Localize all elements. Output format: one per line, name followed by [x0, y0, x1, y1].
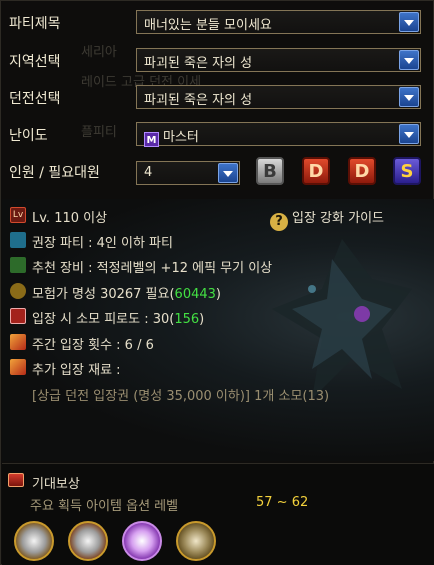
- members-value: 4: [144, 165, 153, 180]
- members-label: 인원 / 필요대원: [9, 165, 100, 181]
- region-label: 지역선택: [9, 54, 61, 70]
- option-level-label: 주요 획득 아이템 옵션 레벨: [30, 499, 179, 514]
- extra-material-title: 추가 입장 재료 :: [32, 363, 121, 378]
- chevron-down-icon[interactable]: [399, 50, 419, 70]
- chevron-down-icon[interactable]: [399, 12, 419, 32]
- chevron-down-icon[interactable]: [218, 163, 238, 183]
- chevron-down-icon[interactable]: [399, 124, 419, 144]
- master-difficulty-icon: M: [144, 132, 159, 147]
- reward-item-icon[interactable]: [122, 521, 162, 561]
- chest-icon: [8, 473, 24, 487]
- dungeon-dropdown[interactable]: 파괴된 죽은 자의 성: [136, 85, 421, 109]
- fame-suffix: ): [215, 287, 221, 302]
- expected-reward: 기대보상 주요 획득 아이템 옵션 레벨 57 ~ 62: [2, 463, 434, 565]
- party-title-label: 파티제목: [9, 16, 61, 32]
- fame-text: 모험가 명성 30267 필요(60443): [32, 283, 221, 302]
- party-title-row: 파티제목 매너있는 분들 모이세요: [1, 7, 434, 37]
- fatigue-text: 입장 시 소모 피로도 : 30(156): [32, 308, 204, 327]
- fame-icon: [10, 283, 26, 299]
- region-row: 지역선택 파괴된 죽은 자의 성: [1, 45, 434, 75]
- party-create-panel: 세리아 레이드 고급 던전 이세 플피티 파티제목 매너있는 분들 모이세요 지…: [0, 0, 434, 565]
- extra-material-text: [상급 던전 입장권 (명성 35,000 이하)] 1개 소모(13): [32, 389, 330, 404]
- weekly-icon: [10, 334, 26, 350]
- difficulty-row: 난이도 M 마스터: [1, 119, 434, 149]
- difficulty-value: 마스터: [163, 130, 199, 145]
- difficulty-dropdown[interactable]: M 마스터: [136, 122, 421, 147]
- entry-guide-link[interactable]: ? 입장 강화 가이드: [270, 207, 384, 231]
- question-icon: ?: [270, 213, 288, 231]
- party-recommend-text: 권장 파티 : 4인 이하 파티: [32, 236, 173, 251]
- region-dropdown[interactable]: 파괴된 죽은 자의 성: [136, 48, 421, 72]
- reward-item-icon[interactable]: [176, 521, 216, 561]
- party-title-value: 매너있는 분들 모이세요: [144, 18, 272, 33]
- role-dealer-button[interactable]: D: [302, 157, 330, 185]
- material-icon: [10, 359, 26, 375]
- fatigue-prefix: 입장 시 소모 피로도 : 30(: [32, 312, 175, 327]
- weekly-text: 주간 입장 횟수 : 6 / 6: [32, 338, 154, 353]
- role-buffer-button[interactable]: B: [256, 157, 284, 185]
- members-row: 인원 / 필요대원 4 B D D S: [1, 157, 434, 189]
- fame-value: 60443: [174, 287, 216, 302]
- dungeon-value: 파괴된 죽은 자의 성: [144, 93, 253, 108]
- reward-item-icon[interactable]: [14, 521, 54, 561]
- role-synergy-button[interactable]: S: [393, 157, 421, 185]
- chevron-down-icon[interactable]: [399, 87, 419, 107]
- dungeon-info: Lv Lv. 110 이상 ? 입장 강화 가이드 권장 파티 : 4인 이하 파…: [2, 199, 434, 461]
- dungeon-row: 던전선택 파괴된 죽은 자의 성: [1, 82, 434, 112]
- members-dropdown[interactable]: 4: [136, 161, 240, 185]
- reward-item-icon[interactable]: [68, 521, 108, 561]
- difficulty-value-wrap: M 마스터: [144, 126, 199, 147]
- fame-prefix: 모험가 명성 30267 필요(: [32, 287, 175, 302]
- option-level-range: 57 ~ 62: [256, 495, 309, 510]
- reward-title: 기대보상: [32, 477, 80, 492]
- sword-icon: [10, 257, 26, 273]
- fatigue-value: 156: [174, 312, 200, 327]
- region-value: 파괴된 죽은 자의 성: [144, 56, 253, 71]
- level-text: Lv. 110 이상: [32, 211, 108, 226]
- fatigue-suffix: ): [199, 312, 205, 327]
- equip-recommend-text: 추천 장비 : 적정레벨의 +12 에픽 무기 이상: [32, 261, 273, 276]
- fatigue-icon: [10, 308, 26, 324]
- dungeon-label: 던전선택: [9, 91, 61, 107]
- entry-guide-text: 입장 강화 가이드: [292, 211, 384, 226]
- party-icon: [10, 232, 26, 248]
- difficulty-label: 난이도: [9, 128, 48, 144]
- level-icon: Lv: [10, 207, 26, 223]
- role-dealer-button-2[interactable]: D: [348, 157, 376, 185]
- party-title-dropdown[interactable]: 매너있는 분들 모이세요: [136, 10, 421, 34]
